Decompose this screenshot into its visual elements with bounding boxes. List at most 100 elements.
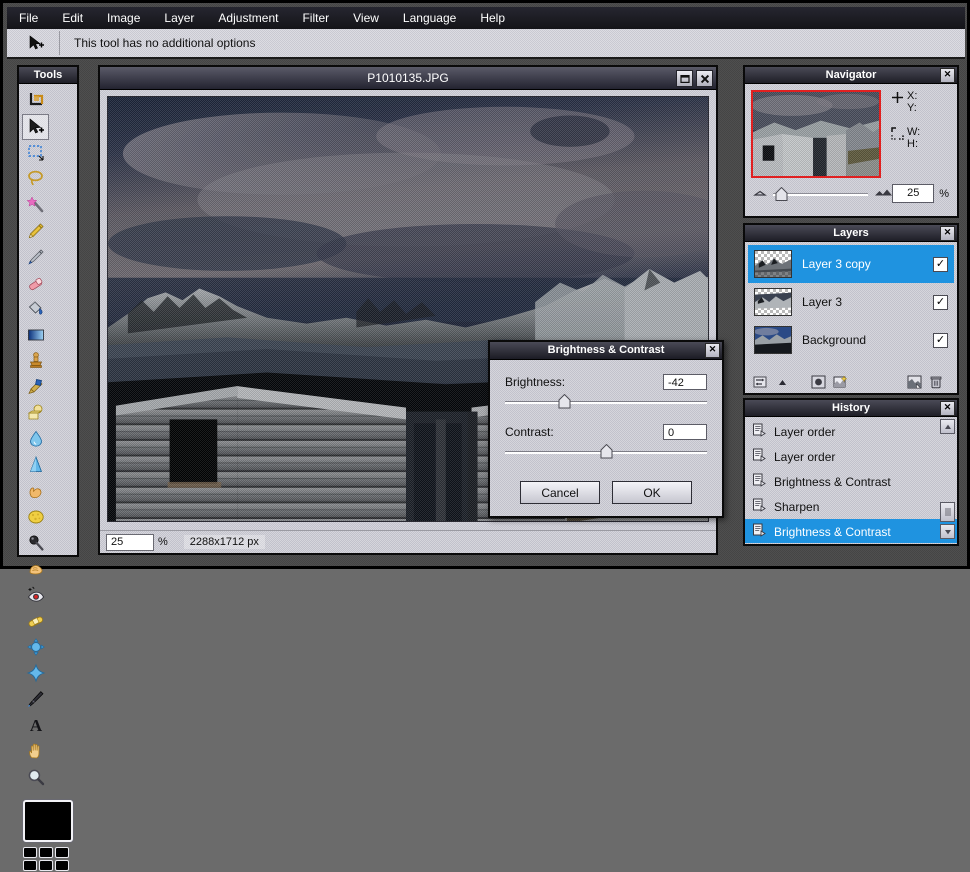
- navigator-thumbnail[interactable]: [751, 90, 881, 178]
- blur-tool[interactable]: [22, 426, 49, 452]
- brightness-slider-track: [505, 401, 707, 404]
- history-scrollbar[interactable]: [940, 419, 955, 539]
- close-icon[interactable]: ✕: [940, 401, 955, 416]
- color-picker-tool[interactable]: [22, 686, 49, 712]
- swatch-2[interactable]: [39, 847, 53, 858]
- triangle-up-icon[interactable]: [774, 374, 790, 390]
- brightness-label: Brightness:: [505, 375, 566, 389]
- image-window-titlebar[interactable]: P1010135.JPG: [100, 67, 716, 90]
- menu-item-edit[interactable]: Edit: [50, 8, 95, 28]
- layers-panel: Layers ✕ Layer 3 copy ✓ Layer 3 ✓ Backgr…: [743, 223, 959, 395]
- layer-visibility-checkbox[interactable]: ✓: [933, 332, 948, 348]
- spot-heal-tool[interactable]: [22, 608, 49, 634]
- lasso-tool[interactable]: [22, 166, 49, 192]
- type-tool[interactable]: A: [22, 712, 49, 738]
- sponge-tool[interactable]: [22, 504, 49, 530]
- smudge-tool[interactable]: [22, 478, 49, 504]
- menu-item-help[interactable]: Help: [468, 8, 517, 28]
- swatch-5[interactable]: [39, 860, 53, 871]
- zoom-slider-thumb[interactable]: [775, 186, 788, 201]
- clone-stamp-tool[interactable]: [22, 348, 49, 374]
- swatch-1[interactable]: [23, 847, 37, 858]
- pinch-tool[interactable]: [22, 660, 49, 686]
- paint-bucket-tool[interactable]: [22, 296, 49, 322]
- swatch-6[interactable]: [55, 860, 69, 871]
- close-icon[interactable]: ✕: [705, 343, 720, 358]
- layer-mask-icon[interactable]: [810, 374, 826, 390]
- history-item-sharpen[interactable]: Sharpen: [745, 494, 957, 519]
- contrast-slider[interactable]: [505, 443, 707, 460]
- history-item-layer-order-1[interactable]: Layer order: [745, 419, 957, 444]
- menu-item-file[interactable]: File: [7, 8, 50, 28]
- layers-panel-title: Layers ✕: [745, 225, 957, 242]
- eraser-tool[interactable]: [22, 270, 49, 296]
- menu-item-image[interactable]: Image: [95, 8, 152, 28]
- tools-panel: Tools A: [17, 65, 79, 871]
- scrollbar-thumb[interactable]: [940, 502, 955, 522]
- history-item-brightness-contrast-2[interactable]: Brightness & Contrast: [745, 519, 957, 543]
- layer-visibility-checkbox[interactable]: ✓: [933, 294, 948, 310]
- brightness-slider[interactable]: [505, 393, 707, 410]
- image-window-buttons: [676, 70, 713, 87]
- wand-select-tool[interactable]: [22, 192, 49, 218]
- red-eye-tool[interactable]: [22, 582, 49, 608]
- brightness-slider-thumb[interactable]: [558, 393, 571, 409]
- primary-color-swatch[interactable]: [23, 800, 73, 842]
- menu-item-layer[interactable]: Layer: [152, 8, 206, 28]
- history-step-icon: [752, 473, 766, 490]
- history-list: Layer order Layer order Brightness & Con…: [745, 417, 957, 543]
- cancel-button[interactable]: Cancel: [520, 481, 600, 504]
- swatch-3[interactable]: [55, 847, 69, 858]
- burn-tool[interactable]: [22, 556, 49, 582]
- move-tool[interactable]: [22, 114, 49, 140]
- hand-tool[interactable]: [22, 738, 49, 764]
- menu-item-filter[interactable]: Filter: [290, 8, 341, 28]
- history-step-icon: [752, 448, 766, 465]
- close-icon[interactable]: ✕: [940, 68, 955, 83]
- gradient-tool[interactable]: [22, 322, 49, 348]
- layer-visibility-checkbox[interactable]: ✓: [933, 256, 948, 272]
- layer-style-icon[interactable]: [832, 374, 848, 390]
- brightness-value-input[interactable]: -42: [663, 374, 707, 390]
- zoom-in-large-icon[interactable]: [874, 186, 893, 201]
- navigator-w-label: W:: [907, 126, 921, 138]
- blend-mode-icon[interactable]: [752, 374, 768, 390]
- menu-item-adjustment[interactable]: Adjustment: [206, 8, 290, 28]
- close-icon[interactable]: [696, 70, 713, 87]
- zoom-out-small-icon[interactable]: [753, 186, 767, 201]
- dialog-title-text: Brightness & Contrast: [547, 344, 665, 356]
- menu-item-language[interactable]: Language: [391, 8, 468, 28]
- swatch-4[interactable]: [23, 860, 37, 871]
- history-item-layer-order-2[interactable]: Layer order: [745, 444, 957, 469]
- ok-button[interactable]: OK: [612, 481, 692, 504]
- crop-tool[interactable]: [22, 88, 49, 114]
- history-item-brightness-contrast-1[interactable]: Brightness & Contrast: [745, 469, 957, 494]
- replace-color-tool[interactable]: [22, 374, 49, 400]
- navigator-zoom-input[interactable]: 25: [892, 184, 935, 203]
- layer-row-layer3[interactable]: Layer 3 ✓: [748, 283, 954, 321]
- trash-icon[interactable]: [928, 374, 944, 390]
- layer-row-background[interactable]: Background ✓: [748, 321, 954, 359]
- close-icon[interactable]: ✕: [940, 226, 955, 241]
- contrast-value-input[interactable]: 0: [663, 424, 707, 440]
- drawing-tool[interactable]: [22, 400, 49, 426]
- new-layer-icon[interactable]: [906, 374, 922, 390]
- history-step-icon: [752, 523, 766, 540]
- contrast-slider-thumb[interactable]: [600, 443, 613, 459]
- zoom-tool[interactable]: [22, 764, 49, 790]
- scroll-up-icon[interactable]: [940, 419, 955, 434]
- navigator-zoom-slider[interactable]: [773, 186, 869, 201]
- brush-tool[interactable]: [22, 244, 49, 270]
- menu-item-view[interactable]: View: [341, 8, 391, 28]
- pencil-tool[interactable]: [22, 218, 49, 244]
- marquee-select-tool[interactable]: [22, 140, 49, 166]
- dialog-titlebar[interactable]: Brightness & Contrast ✕: [490, 342, 722, 360]
- sharpen-tool[interactable]: [22, 452, 49, 478]
- dodge-tool[interactable]: [22, 530, 49, 556]
- maximize-icon[interactable]: [676, 70, 693, 87]
- zoom-level-input[interactable]: 25: [106, 533, 154, 551]
- bloat-tool[interactable]: [22, 634, 49, 660]
- layer-row-layer3copy[interactable]: Layer 3 copy ✓: [748, 245, 954, 283]
- scroll-down-icon[interactable]: [940, 524, 955, 539]
- layer-name: Layer 3 copy: [802, 257, 871, 271]
